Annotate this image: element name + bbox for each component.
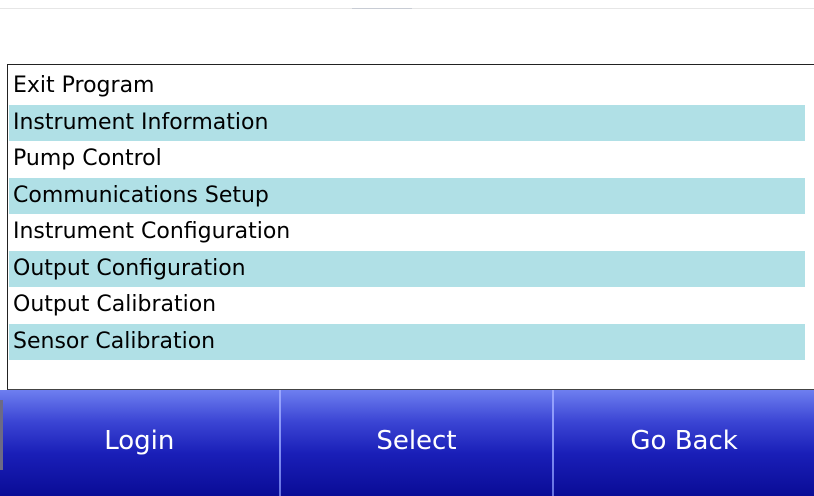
menu-item-sensor-calibration[interactable]: Sensor Calibration xyxy=(9,323,805,360)
menu-item-output-calibration[interactable]: Output Calibration xyxy=(9,287,805,324)
main-menu-screen: Exit Program Instrument Information Pump… xyxy=(0,0,814,496)
go-back-button[interactable]: Go Back xyxy=(554,390,814,496)
login-button[interactable]: Login xyxy=(0,390,279,496)
menu-item-pump-control[interactable]: Pump Control xyxy=(9,141,805,178)
login-button-label: Login xyxy=(104,426,175,456)
top-divider xyxy=(0,8,814,9)
menu-item-instrument-configuration[interactable]: Instrument Configuration xyxy=(9,214,805,251)
button-bar: Login Select Go Back xyxy=(0,390,814,496)
menu-list-box[interactable]: Exit Program Instrument Information Pump… xyxy=(7,64,814,390)
menu-list: Exit Program Instrument Information Pump… xyxy=(9,68,805,360)
left-edge-marker xyxy=(0,400,3,470)
menu-item-exit-program[interactable]: Exit Program xyxy=(9,68,805,105)
select-button[interactable]: Select xyxy=(280,390,553,496)
top-divider-mark xyxy=(352,8,412,9)
menu-item-communications-setup[interactable]: Communications Setup xyxy=(9,177,805,214)
menu-item-output-configuration[interactable]: Output Configuration xyxy=(9,250,805,287)
go-back-button-label: Go Back xyxy=(630,426,738,456)
menu-item-instrument-information[interactable]: Instrument Information xyxy=(9,104,805,141)
select-button-label: Select xyxy=(376,426,457,456)
